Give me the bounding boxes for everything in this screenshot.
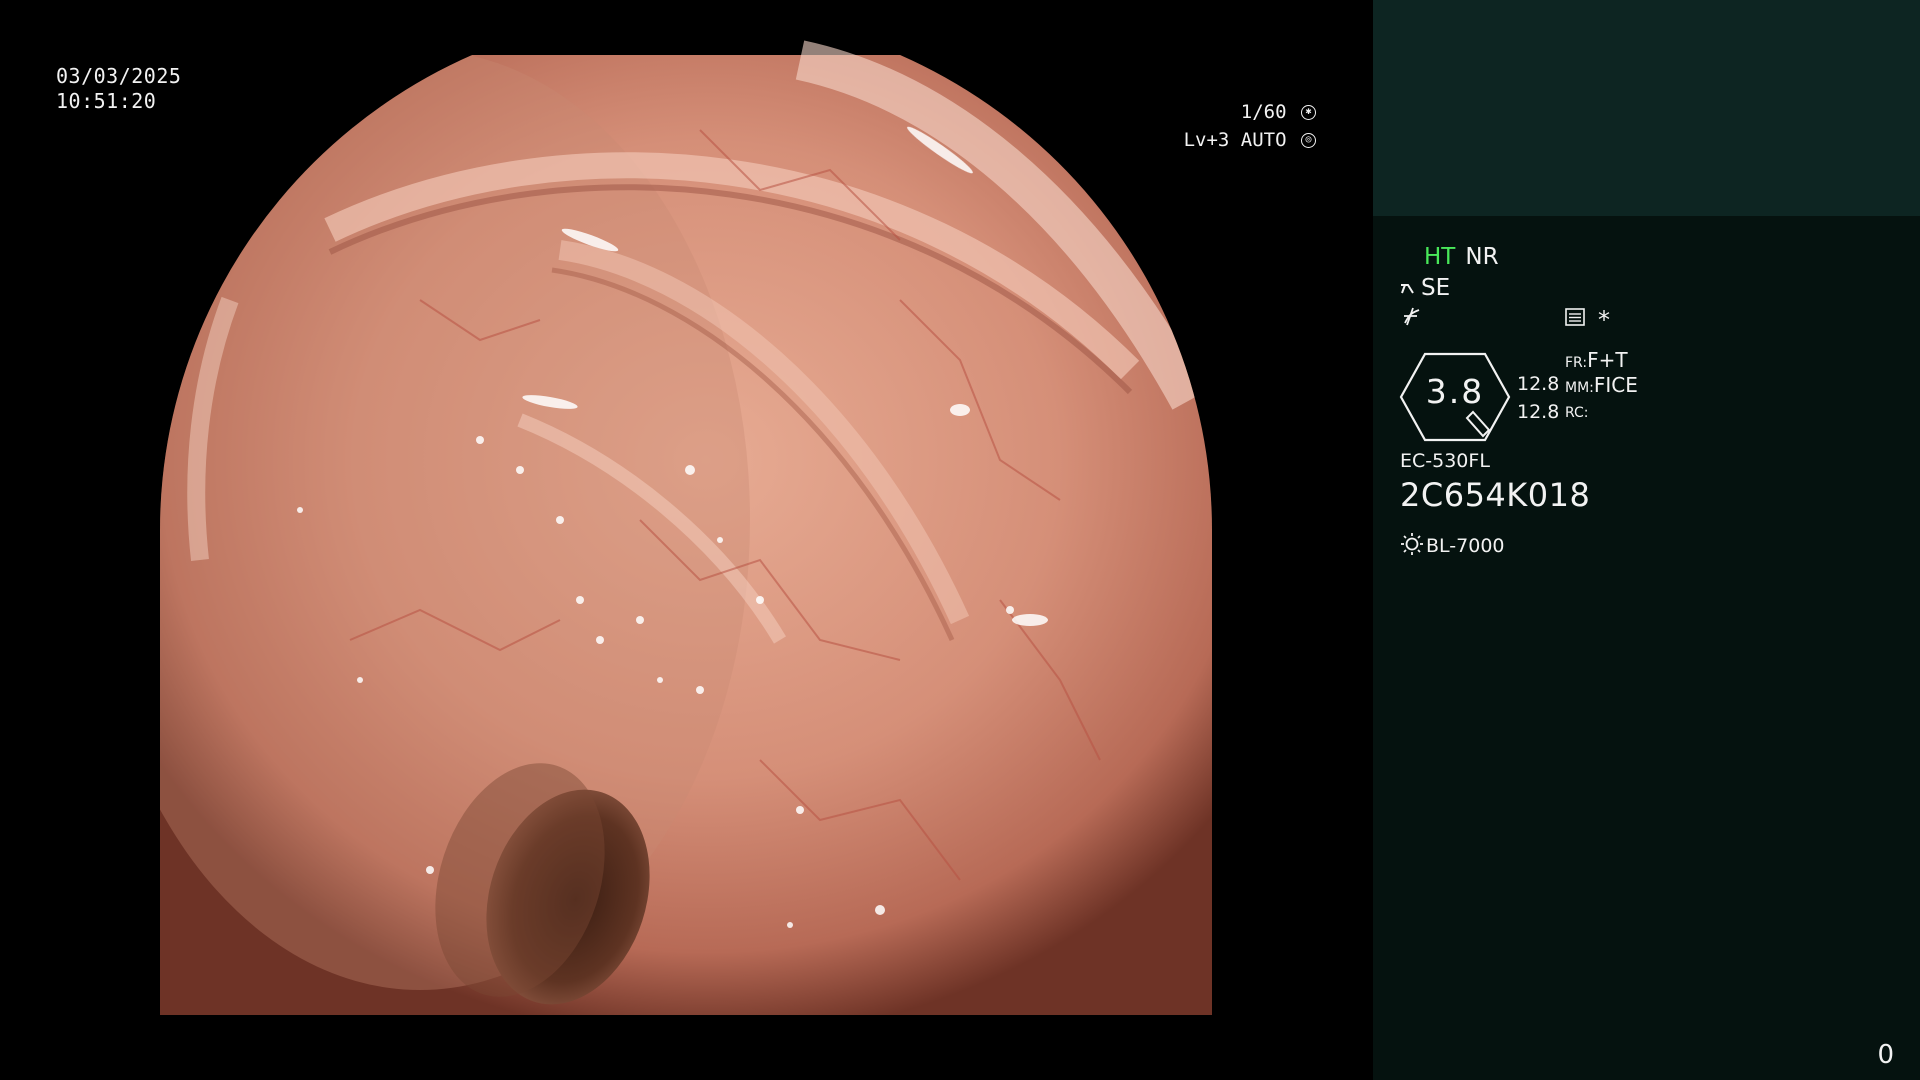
light-source-row: BL-7000 <box>1400 532 1505 561</box>
enhance-curve-icon <box>1401 283 1414 294</box>
fr-value: F+T <box>1587 348 1628 372</box>
edge-row <box>1401 305 1423 333</box>
date-text: 03/03/2025 <box>56 64 182 88</box>
fr-row: FR:F+T <box>1565 348 1638 373</box>
edge-icon <box>1404 307 1420 326</box>
se-row: SE <box>1399 275 1450 301</box>
star-indicator: * <box>1598 306 1610 334</box>
mode-block: FR:F+T MM:FICE RC: <box>1565 348 1638 423</box>
endoscopy-screen: 03/03/2025 10:51:20 1/60 ✱ Lv+3 AUTO ◎ H… <box>0 0 1920 1080</box>
rc-key: RC: <box>1565 405 1589 421</box>
endoscopic-image <box>160 40 1212 1015</box>
level-readout: Lv+3 AUTO ◎ <box>1184 126 1316 154</box>
datetime-overlay: 03/03/2025 10:51:20 <box>56 64 181 114</box>
time-text: 10:51:20 <box>56 89 157 113</box>
level-text: Lv+3 AUTO <box>1183 129 1287 151</box>
gauge-number-2: 12.8 <box>1517 401 1560 423</box>
panel-header-block <box>1373 0 1920 216</box>
sun-icon <box>1400 532 1426 561</box>
image-counter: 0 <box>1877 1040 1894 1070</box>
rc-row: RC: <box>1565 398 1638 423</box>
iris-icon: ◎ <box>1301 133 1316 148</box>
mm-row: MM:FICE <box>1565 373 1638 398</box>
nr-indicator: NR <box>1465 244 1499 270</box>
mm-value: FICE <box>1593 373 1638 397</box>
ht-indicator: HT <box>1424 244 1456 270</box>
menu-box-icon <box>1564 306 1586 334</box>
gauge-numbers: 12.8 12.8 <box>1517 370 1559 426</box>
scope-model: EC-530FL <box>1400 450 1490 472</box>
scope-serial: 2C654K018 <box>1400 476 1591 514</box>
mm-key: MM: <box>1565 380 1594 396</box>
shutter-text: 1/60 <box>1240 101 1287 123</box>
shutter-readout: 1/60 ✱ <box>1241 98 1316 126</box>
endoscopic-image-area: 03/03/2025 10:51:20 1/60 ✱ Lv+3 AUTO ◎ <box>0 0 1372 1080</box>
gauge-value: 3.8 <box>1425 372 1485 411</box>
fr-key: FR: <box>1565 355 1588 371</box>
aperture-icon: ✱ <box>1301 105 1316 120</box>
se-indicator: SE <box>1421 275 1451 301</box>
gauge-number-1: 12.8 <box>1517 373 1560 395</box>
info-panel: HT NR SE * 3.8 12.8 12.8 FR:F+T MM:FICE … <box>1373 0 1920 1080</box>
light-source-text: BL-7000 <box>1426 535 1505 557</box>
ht-nr-row: HT NR <box>1424 244 1499 270</box>
